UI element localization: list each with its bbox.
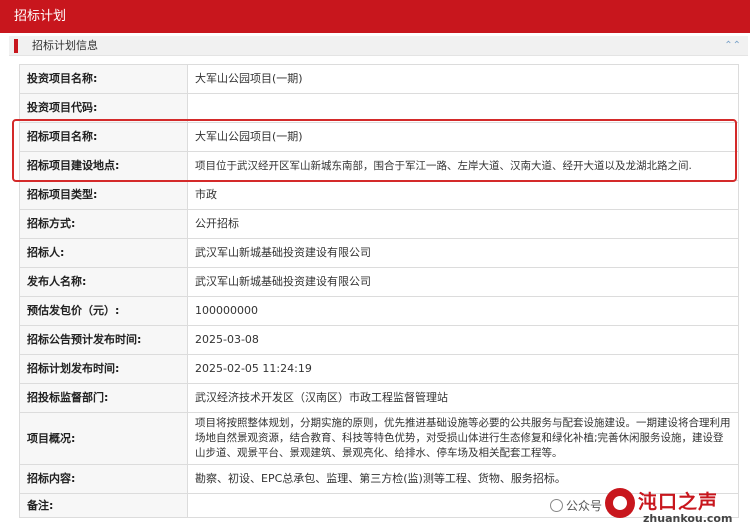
row-label: 招标项目建设地点: [19,151,188,181]
row-value: 大军山公园项目(一期) [187,64,739,94]
row-value: 公开招标 [187,209,739,239]
table-row: 预估发包价（元）: 100000000 [19,296,739,326]
row-label: 招标方式: [19,209,188,239]
table-row: 招标项目建设地点: 项目位于武汉经开区军山新城东南部，围合于军江一路、左岸大道、… [19,151,739,181]
brand-site: zhuankou.com [643,512,733,525]
wechat-icon [550,499,563,512]
row-value: 武汉军山新城基础投资建设有限公司 [187,267,739,297]
table-row: 项目概况: 项目将按照整体规划，分期实施的原则，优先推进基础设施等必要的公共服务… [19,412,739,465]
row-value: 大军山公园项目(一期) [187,122,739,152]
row-label: 招标计划发布时间: [19,354,188,384]
row-label: 预估发包价（元）: [19,296,188,326]
section-title: 招标计划信息 [32,39,98,52]
tender-plan-table: 投资项目名称: 大军山公园项目(一期) 投资项目代码: 招标项目名称: 大军山公… [19,64,739,518]
row-label: 招标项目类型: [19,180,188,210]
table-row: 招标项目类型: 市政 [19,180,739,210]
section-marker [14,39,18,53]
table-row: 招标项目名称: 大军山公园项目(一期) [19,122,739,152]
row-value: 项目位于武汉经开区军山新城东南部，围合于军江一路、左岸大道、汉南大道、经开大道以… [187,151,739,181]
row-value: 2025-03-08 [187,325,739,355]
table-row: 发布人名称: 武汉军山新城基础投资建设有限公司 [19,267,739,297]
brand-name: 沌口之声 [638,491,719,513]
table-row: 投资项目名称: 大军山公园项目(一期) [19,64,739,94]
table-row: 招投标监督部门: 武汉经济技术开发区（汉南区）市政工程监督管理站 [19,383,739,413]
row-value: 武汉经济技术开发区（汉南区）市政工程监督管理站 [187,383,739,413]
row-label: 招标内容: [19,464,188,494]
wechat-label: 公众号 [550,497,602,514]
section-header[interactable]: 招标计划信息 ⌃⌃ [9,36,748,56]
row-value: 2025-02-05 11:24:19 [187,354,739,384]
row-value: 项目将按照整体规划，分期实施的原则，优先推进基础设施等必要的公共服务与配套设施建… [187,412,739,465]
watermark: 公众号 沌口之声 zhuankou.com [550,487,750,530]
row-label: 发布人名称: [19,267,188,297]
table-row: 招标人: 武汉军山新城基础投资建设有限公司 [19,238,739,268]
row-label: 投资项目名称: [19,64,188,94]
brand-logo-icon [605,488,635,518]
row-value: 100000000 [187,296,739,326]
page-title-bar: 招标计划 [0,0,750,33]
row-label: 投资项目代码: [19,93,188,123]
row-label: 项目概况: [19,412,188,465]
row-label: 招标人: [19,238,188,268]
double-chevron-up-icon[interactable]: ⌃⌃ [724,36,741,56]
row-label: 招投标监督部门: [19,383,188,413]
table-row: 招标计划发布时间: 2025-02-05 11:24:19 [19,354,739,384]
row-label: 招标公告预计发布时间: [19,325,188,355]
table-row: 招标方式: 公开招标 [19,209,739,239]
row-value: 武汉军山新城基础投资建设有限公司 [187,238,739,268]
table-row: 投资项目代码: [19,93,739,123]
row-value: 市政 [187,180,739,210]
row-value [187,93,739,123]
row-label: 招标项目名称: [19,122,188,152]
table-row: 招标公告预计发布时间: 2025-03-08 [19,325,739,355]
row-label: 备注: [19,493,188,518]
page-title: 招标计划 [14,9,67,24]
wechat-text: 公众号 [566,499,603,513]
